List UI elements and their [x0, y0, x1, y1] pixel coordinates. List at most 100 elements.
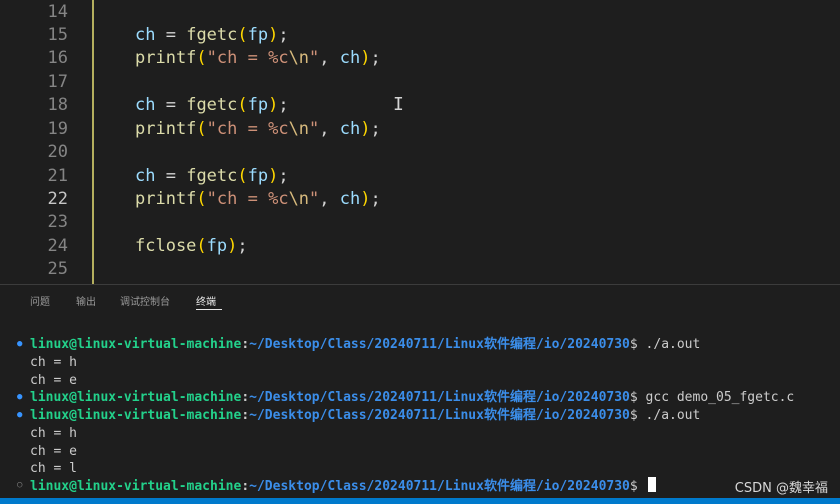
code-token: fclose: [135, 236, 197, 256]
code-token: fp: [206, 236, 228, 256]
code-token: \n: [288, 48, 310, 68]
panel-tabs: 问题 输出 调试控制台 终端: [0, 285, 840, 315]
code-token: fgetc: [186, 25, 238, 45]
code-token: fgetc: [186, 166, 238, 186]
prompt-path: ~/Desktop/Class/20240711/Linux软件编程/io/20…: [249, 390, 630, 405]
code-token: \n: [288, 189, 310, 209]
code-token: fp: [247, 25, 269, 45]
code-token: ch: [339, 119, 361, 139]
code-token: (: [196, 119, 207, 139]
command-status-dot-icon[interactable]: ○: [17, 477, 22, 494]
command-text: gcc demo_05_fgetc.c: [645, 390, 795, 405]
code-token: ,: [319, 189, 340, 209]
code-line[interactable]: printf("ch = %c\n", ch);: [135, 117, 381, 141]
terminal-prompt-line: linux@linux-virtual-machine:~/Desktop/Cl…: [30, 408, 701, 423]
code-token: fp: [247, 95, 269, 115]
code-token: ): [268, 166, 279, 186]
code-token: ch: [135, 25, 156, 45]
code-token: ": [309, 48, 320, 68]
prompt-user: linux@linux-virtual-machine: [30, 337, 242, 352]
code-token: fp: [247, 166, 269, 186]
code-token: (: [196, 189, 207, 209]
code-line[interactable]: printf("ch = %c\n", ch);: [135, 46, 381, 70]
terminal-output-line: ch = h: [30, 426, 77, 441]
line-number: 24: [47, 236, 68, 256]
code-line[interactable]: ch = fgetc(fp);: [135, 164, 289, 188]
code-token: ch: [135, 166, 156, 186]
code-token: ;: [237, 236, 248, 256]
code-token: (: [196, 236, 207, 256]
code-token: (: [237, 166, 248, 186]
code-token: ): [360, 189, 371, 209]
code-token: ch: [339, 189, 361, 209]
terminal-prompt-line: linux@linux-virtual-machine:~/Desktop/Cl…: [30, 337, 701, 352]
code-token: (: [237, 25, 248, 45]
code-token: ;: [370, 189, 381, 209]
prompt-user: linux@linux-virtual-machine: [30, 390, 242, 405]
line-number: 21: [47, 166, 68, 186]
line-number: 16: [47, 48, 68, 68]
prompt-path: ~/Desktop/Class/20240711/Linux软件编程/io/20…: [249, 408, 630, 423]
line-number-active: 22: [47, 189, 68, 209]
code-token: "ch = %c: [206, 48, 289, 68]
line-number: 14: [47, 2, 68, 22]
tab-terminal[interactable]: 终端: [196, 293, 216, 308]
terminal-cursor: [647, 477, 656, 492]
code-token: ): [227, 236, 238, 256]
code-token: ;: [370, 119, 381, 139]
code-token: ch: [135, 95, 156, 115]
indent-guide: [92, 0, 94, 285]
code-token: ): [360, 48, 371, 68]
code-editor[interactable]: 14 15 16 17 18 19 20 21 22 23 24 25 ch =…: [0, 0, 840, 285]
code-token: "ch = %c: [206, 189, 289, 209]
code-token: (: [196, 48, 207, 68]
code-token: =: [155, 166, 187, 186]
terminal-prompt-line: linux@linux-virtual-machine:~/Desktop/Cl…: [30, 477, 656, 495]
bottom-panel: 问题 输出 调试控制台 终端 ● linux@linux-virtual-mac…: [0, 285, 840, 504]
code-token: ": [309, 119, 320, 139]
command-status-dot-icon[interactable]: ●: [17, 407, 22, 424]
terminal-prompt-line: linux@linux-virtual-machine:~/Desktop/Cl…: [30, 390, 795, 405]
code-token: printf: [135, 189, 197, 209]
code-token: fgetc: [186, 95, 238, 115]
terminal-output-line: ch = e: [30, 444, 77, 459]
command-status-dot-icon[interactable]: ●: [17, 389, 22, 406]
code-token: printf: [135, 119, 197, 139]
prompt-user: linux@linux-virtual-machine: [30, 479, 242, 494]
code-line[interactable]: printf("ch = %c\n", ch);: [135, 187, 381, 211]
prompt-path: ~/Desktop/Class/20240711/Linux软件编程/io/20…: [249, 479, 630, 494]
code-line[interactable]: fclose(fp);: [135, 234, 248, 258]
code-token: ;: [278, 95, 289, 115]
terminal-output-line: ch = h: [30, 355, 77, 370]
tab-debug-console[interactable]: 调试控制台: [120, 293, 170, 308]
code-token: ): [268, 25, 279, 45]
code-token: ;: [278, 166, 289, 186]
command-status-dot-icon[interactable]: ●: [17, 336, 22, 353]
line-number: 25: [47, 259, 68, 279]
code-token: (: [237, 95, 248, 115]
line-number: 18: [47, 95, 68, 115]
watermark: CSDN @魏幸福: [734, 481, 828, 496]
code-token: ,: [319, 119, 340, 139]
terminal-output-line: ch = e: [30, 373, 77, 388]
code-token: ,: [319, 48, 340, 68]
prompt-path: ~/Desktop/Class/20240711/Linux软件编程/io/20…: [249, 337, 630, 352]
tab-problems[interactable]: 问题: [30, 293, 50, 308]
text-cursor-icon: Ι: [393, 94, 404, 115]
code-token: printf: [135, 48, 197, 68]
code-token: =: [155, 95, 187, 115]
code-token: \n: [288, 119, 310, 139]
code-token: ;: [370, 48, 381, 68]
active-tab-indicator: [196, 309, 222, 310]
status-bar[interactable]: [0, 498, 840, 504]
code-token: ): [360, 119, 371, 139]
code-token: =: [155, 25, 187, 45]
terminal-output-line: ch = l: [30, 461, 77, 476]
line-number-gutter: 14 15 16 17 18 19 20 21 22 23 24 25: [0, 0, 80, 285]
code-token: "ch = %c: [206, 119, 289, 139]
tab-output[interactable]: 输出: [76, 293, 96, 308]
code-line[interactable]: ch = fgetc(fp);: [135, 93, 289, 117]
line-number: 19: [47, 119, 68, 139]
code-line[interactable]: ch = fgetc(fp);: [135, 23, 289, 47]
command-text: ./a.out: [645, 337, 701, 352]
